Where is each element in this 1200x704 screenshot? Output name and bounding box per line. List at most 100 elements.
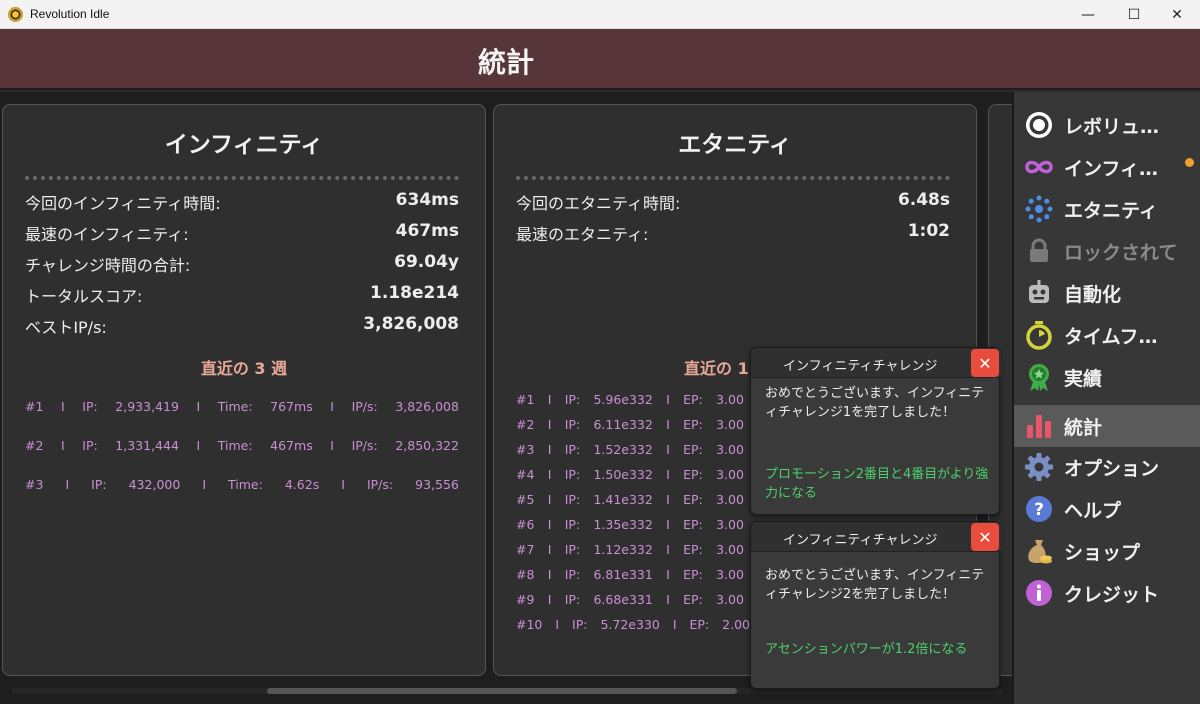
run-cell: EP:: [683, 492, 703, 507]
run-cell: IP:: [564, 492, 581, 507]
run-cell: #2: [25, 438, 44, 453]
run-cell: I: [61, 399, 65, 414]
stat-row: ベストIP/s: 3,826,008: [25, 314, 459, 338]
maximize-button[interactable]: ☐: [1111, 0, 1157, 29]
close-window-button[interactable]: ✕: [1154, 0, 1200, 29]
run-cell: EP:: [683, 567, 703, 582]
stat-label: ベストIP/s:: [25, 318, 107, 337]
run-cell: #1: [516, 392, 535, 407]
run-cell: I: [547, 492, 552, 507]
window-title: Revolution Idle: [30, 7, 110, 21]
stat-row: チャレンジ時間の合計: 69.04y: [25, 252, 459, 276]
run-cell: I: [672, 617, 677, 632]
help-icon: ?: [1024, 494, 1054, 524]
stat-value: 6.48s: [897, 190, 950, 210]
run-cell: IP:: [564, 417, 581, 432]
stat-label: 今回のエタニティ時間:: [516, 194, 681, 213]
run-cell: IP/s:: [366, 477, 394, 492]
run-cell: 3.00: [716, 542, 744, 557]
gear-icon: [1024, 452, 1054, 482]
run-cell: 3.00: [716, 492, 744, 507]
run-cell: EP:: [683, 542, 703, 557]
run-cell: EP:: [683, 592, 703, 607]
sidebar-item-time-flux[interactable]: タイムフ…: [1014, 314, 1200, 356]
run-cell: #7: [516, 542, 535, 557]
run-cell: I: [547, 467, 552, 482]
popup-close-button[interactable]: ✕: [971, 349, 999, 377]
run-cell: I: [547, 442, 552, 457]
run-cell: I: [61, 438, 65, 453]
run-cell: EP:: [683, 442, 703, 457]
run-cell: I: [196, 438, 201, 453]
run-row: #7 I IP: 1.12e332 I EP: 3.00: [516, 542, 744, 557]
sidebar-item-locked[interactable]: ロックされて: [1014, 230, 1200, 272]
stat-label: トータルスコア:: [25, 287, 143, 306]
popup-reward: アセンションパワーが1.2倍になる: [765, 642, 968, 657]
sidebar-item-achievements[interactable]: 実績: [1014, 356, 1200, 398]
sidebar-item-label: 実績: [1064, 367, 1103, 390]
sidebar-item-label: ロックされて: [1064, 241, 1178, 264]
sidebar-item-statistics[interactable]: 統計: [1014, 405, 1200, 447]
run-cell: EP:: [683, 517, 703, 532]
window-titlebar: Revolution Idle — ☐ ✕: [0, 0, 1200, 29]
run-row: #8 I IP: 6.81e331 I EP: 3.00: [516, 567, 744, 582]
sidebar-item-label: エタニティ: [1064, 199, 1158, 222]
sidebar-item-help[interactable]: ? ヘルプ: [1014, 488, 1200, 530]
run-cell: IP:: [572, 617, 588, 632]
run-cell: #9: [516, 592, 535, 607]
sidebar-item-revolution[interactable]: レボリュ…: [1014, 104, 1200, 146]
stat-value: 69.04y: [394, 252, 459, 272]
minimize-button[interactable]: —: [1065, 0, 1111, 29]
run-cell: 3.00: [716, 417, 744, 432]
run-cell: 1.35e332: [593, 517, 653, 532]
run-cell: EP:: [689, 617, 710, 632]
run-cell: I: [330, 399, 334, 414]
sidebar-item-automation[interactable]: 自動化: [1014, 272, 1200, 314]
sidebar-item-options[interactable]: オプション: [1014, 446, 1200, 488]
run-cell: #4: [516, 467, 535, 482]
run-row: #2 I IP: 1,331,444 I Time: 467ms I IP/s: 2,850,32…: [25, 438, 459, 453]
run-cell: Time:: [217, 438, 253, 453]
sidebar-item-infinity[interactable]: インフィ…: [1014, 146, 1200, 188]
run-cell: IP:: [564, 392, 581, 407]
run-cell: #3: [516, 442, 535, 457]
run-cell: 2,850,322: [395, 438, 459, 453]
popup-close-button[interactable]: ✕: [971, 523, 999, 551]
sidebar-item-shop[interactable]: ショップ: [1014, 530, 1200, 572]
run-cell: #5: [516, 492, 535, 507]
divider: [516, 176, 950, 180]
stat-row: 今回のインフィニティ時間: 634ms: [25, 190, 459, 214]
run-cell: IP:: [564, 542, 581, 557]
run-cell: 6.81e331: [593, 567, 653, 582]
run-cell: #10: [516, 617, 543, 632]
run-cell: I: [666, 417, 670, 432]
medal-icon: [1024, 362, 1054, 392]
sidebar-item-credits[interactable]: クレジット: [1014, 572, 1200, 614]
run-cell: 3.00: [716, 442, 744, 457]
sidebar-item-eternity[interactable]: エタニティ: [1014, 188, 1200, 230]
run-cell: 1.52e332: [593, 442, 653, 457]
run-cell: 6.68e331: [593, 592, 653, 607]
run-cell: IP:: [564, 442, 581, 457]
scrollbar-thumb[interactable]: [267, 688, 737, 694]
run-cell: I: [65, 477, 70, 492]
eternity-panel-title: エタニティ: [678, 132, 792, 158]
run-cell: IP:: [82, 399, 98, 414]
stat-value: 634ms: [395, 190, 459, 210]
run-cell: I: [666, 392, 670, 407]
run-cell: I: [666, 442, 670, 457]
infinity-panel: インフィニティ 今回のインフィニティ時間: 634ms 最速のインフィニティ: …: [2, 104, 486, 676]
run-cell: 1.41e332: [593, 492, 653, 507]
run-cell: I: [547, 567, 552, 582]
run-cell: 3.00: [716, 392, 744, 407]
run-row: #3 I IP: 432,000 I Time: 4.62s I IP/s: 93,556: [25, 477, 459, 492]
run-cell: #2: [516, 417, 535, 432]
run-cell: #8: [516, 567, 535, 582]
robot-icon: [1024, 278, 1054, 308]
run-cell: 2,933,419: [115, 399, 179, 414]
run-cell: 467ms: [270, 438, 313, 453]
run-row: #9 I IP: 6.68e331 I EP: 3.00: [516, 592, 744, 607]
run-cell: I: [547, 417, 552, 432]
run-cell: 5.72e330: [600, 617, 660, 632]
run-cell: I: [666, 567, 670, 582]
